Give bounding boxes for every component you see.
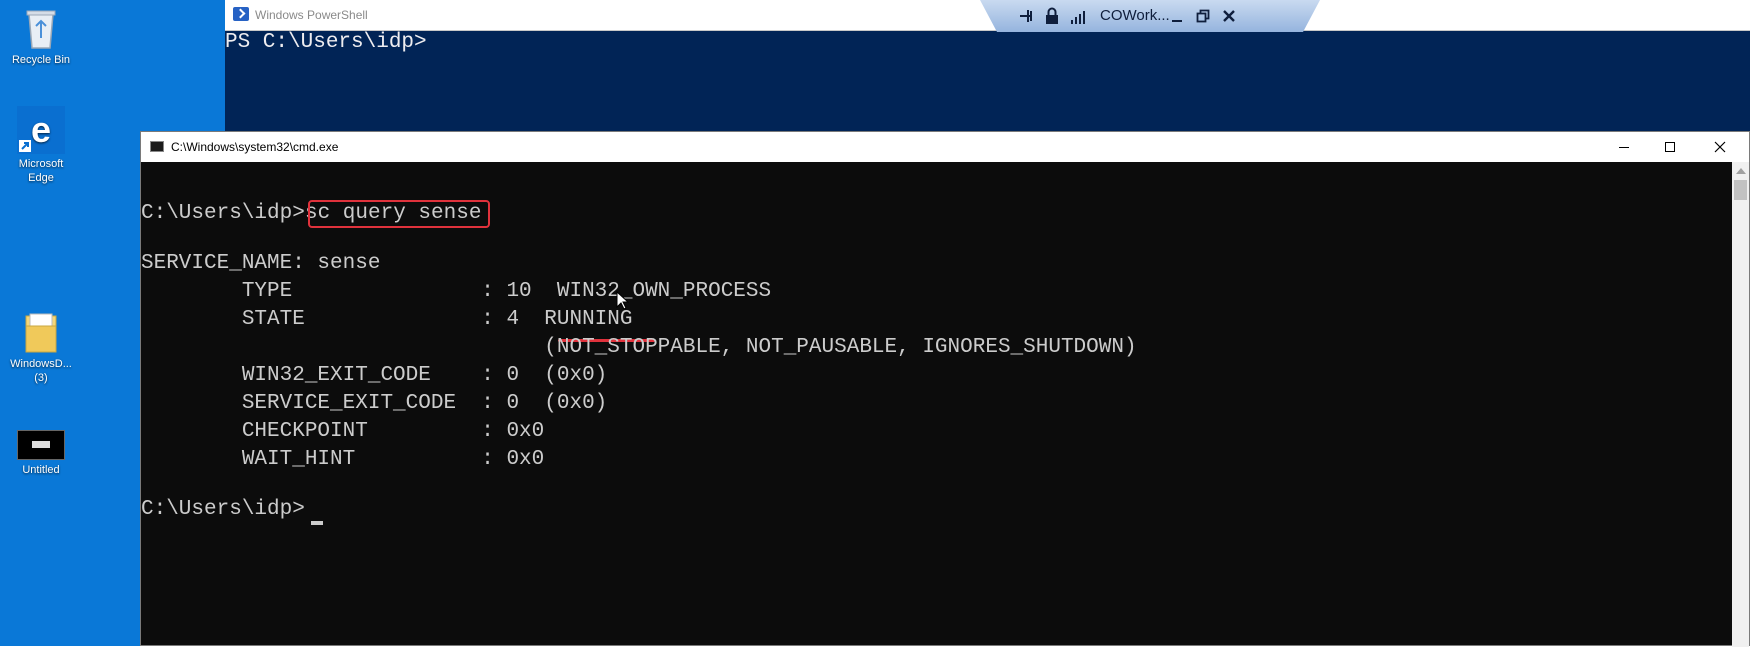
close-button[interactable]	[1697, 132, 1743, 162]
powershell-icon	[233, 7, 249, 21]
cmd-console[interactable]: C:\Users\idp> sc query sense SERVICE_NAM…	[141, 162, 1711, 647]
output-line-flags: (NOT_STOPPABLE, NOT_PAUSABLE, IGNORES_SH…	[141, 336, 1137, 359]
output-line-state: STATE : 4 RUNNING	[141, 308, 633, 331]
output-line-type: TYPE : 10 WIN32_OWN_PROCESS	[141, 280, 772, 303]
thumbnail-content-icon	[32, 441, 50, 448]
pin-icon[interactable]	[1018, 2, 1034, 30]
scroll-up-icon[interactable]	[1736, 168, 1746, 174]
minimize-button[interactable]	[1601, 132, 1647, 162]
cmd-titlebar[interactable]: C:\Windows\system32\cmd.exe	[141, 132, 1749, 162]
svg-text:e: e	[31, 109, 51, 150]
screenshot-thumbnail-icon	[17, 430, 65, 460]
desktop-icon-label: Untitled	[22, 464, 60, 476]
cmd-prompt: C:\Users\idp>	[141, 202, 305, 225]
remote-connection-bar[interactable]: COWork...	[980, 0, 1320, 32]
desktop-icon-untitled[interactable]: Untitled	[0, 430, 82, 477]
cmd-final-prompt: C:\Users\idp>	[141, 498, 305, 521]
desktop-icon-label: Recycle Bin	[11, 54, 71, 66]
desktop-icon-label: WindowsD... (3)	[10, 358, 72, 384]
signal-icon[interactable]	[1070, 2, 1086, 30]
desktop-icon-edge[interactable]: e Microsoft Edge	[0, 106, 82, 185]
minimize-icon	[1619, 147, 1629, 148]
lock-icon[interactable]	[1044, 2, 1060, 30]
output-line-checkpoint: CHECKPOINT : 0x0	[141, 420, 545, 443]
folder-icon	[23, 312, 59, 354]
output-line-win32-exit-code: WIN32_EXIT_CODE : 0 (0x0)	[141, 364, 608, 387]
minimize-icon[interactable]	[1170, 2, 1184, 30]
text-cursor	[311, 521, 323, 525]
desktop-icon-recycle-bin[interactable]: Recycle Bin	[0, 6, 82, 67]
scroll-thumb[interactable]	[1734, 180, 1747, 200]
edge-icon: e	[17, 106, 65, 154]
desktop-icon-label: Microsoft Edge	[18, 158, 64, 184]
maximize-button[interactable]	[1647, 132, 1693, 162]
close-icon[interactable]	[1222, 2, 1236, 30]
connection-name: COWork...	[1100, 7, 1170, 24]
powershell-title: Windows PowerShell	[255, 8, 368, 22]
cmd-title: C:\Windows\system32\cmd.exe	[171, 140, 339, 154]
mouse-pointer-icon	[616, 290, 630, 316]
recycle-bin-icon	[23, 6, 59, 50]
restore-icon[interactable]	[1196, 2, 1210, 30]
cmd-scrollbar[interactable]	[1732, 162, 1749, 647]
output-line-wait-hint: WAIT_HINT : 0x0	[141, 448, 545, 471]
powershell-prompt: PS C:\Users\idp>	[225, 31, 427, 54]
close-icon	[1714, 141, 1726, 153]
output-line-service-exit-code: SERVICE_EXIT_CODE : 0 (0x0)	[141, 392, 608, 415]
maximize-icon	[1665, 142, 1675, 152]
command-highlight-box	[308, 200, 490, 228]
desktop-icon-windows-folder[interactable]: WindowsD... (3)	[0, 312, 82, 385]
cmd-window[interactable]: C:\Windows\system32\cmd.exe C:\Users\idp…	[140, 131, 1750, 647]
output-line-service-name: SERVICE_NAME: sense	[141, 252, 381, 275]
cmd-icon	[150, 141, 164, 152]
